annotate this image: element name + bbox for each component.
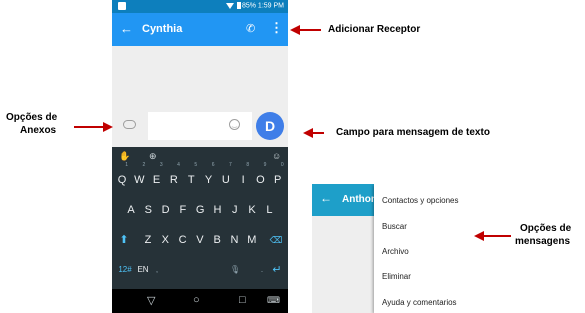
- back-arrow-icon[interactable]: ←: [120, 21, 133, 36]
- shift-key[interactable]: ⬆: [116, 229, 132, 251]
- conversation-toolbar: ← Cynthia ✆ ⋮: [112, 13, 288, 46]
- label-attach-options-1: Opções de: [6, 112, 58, 123]
- options-menu: Contactos y opciones Buscar Archivo Elim…: [374, 184, 480, 313]
- key-number-hint: 3: [159, 162, 163, 168]
- key-number-hint: 0: [280, 162, 284, 168]
- key-r[interactable]: R4: [166, 162, 182, 191]
- menu-item-delete[interactable]: Eliminar: [382, 272, 411, 281]
- gesture-icon[interactable]: ✋: [119, 151, 130, 162]
- key-row-2: ASDFGHJKL: [112, 199, 288, 223]
- menu-item-archive[interactable]: Archivo: [382, 247, 409, 256]
- enter-key[interactable]: ↵: [268, 259, 286, 281]
- menu-item-help[interactable]: Ayuda y comentarios: [382, 298, 457, 307]
- key-u[interactable]: U7: [218, 162, 234, 191]
- comma-key[interactable]: ,: [152, 259, 162, 281]
- key-e[interactable]: E3: [149, 162, 165, 191]
- key-i[interactable]: I8: [235, 162, 251, 191]
- menu-screen: ← Anthon Contactos y opciones Buscar Arc…: [312, 184, 480, 313]
- nav-home-icon[interactable]: ○: [193, 294, 200, 306]
- key-z[interactable]: Z: [140, 229, 156, 251]
- messaging-screen: 85% 1:59 PM ← Cynthia ✆ ⋮ ‿ D ✋ ⊕ ☺ Q1W2…: [112, 0, 288, 313]
- emoji-key-icon[interactable]: ☺: [272, 151, 281, 161]
- key-g[interactable]: G: [192, 199, 208, 221]
- key-d[interactable]: D: [158, 199, 174, 221]
- key-h[interactable]: H: [210, 199, 226, 221]
- attach-icon[interactable]: [123, 120, 136, 129]
- key-row-3: ⬆ ⌫ ZXCVBNM: [112, 229, 288, 253]
- keyboard-toolbar: ✋ ⊕ ☺: [112, 147, 288, 167]
- label-message-options-1: Opções de: [520, 223, 572, 234]
- key-y[interactable]: Y6: [201, 162, 217, 191]
- back-arrow-icon[interactable]: ←: [320, 191, 332, 205]
- sim-icon: [118, 2, 126, 10]
- key-s[interactable]: S: [140, 199, 156, 221]
- key-b[interactable]: B: [209, 229, 225, 251]
- key-l[interactable]: L: [261, 199, 277, 221]
- label-add-receiver: Adicionar Receptor: [328, 24, 421, 35]
- key-k[interactable]: K: [244, 199, 260, 221]
- emoji-icon[interactable]: ‿: [229, 119, 240, 130]
- label-message-options-2: mensagens: [515, 236, 571, 247]
- more-options-icon[interactable]: ⋮: [270, 20, 283, 36]
- backspace-key[interactable]: ⌫: [267, 229, 285, 251]
- space-key[interactable]: 🎙: [164, 259, 260, 281]
- label-text-field: Campo para mensagem de texto: [336, 127, 490, 138]
- key-w[interactable]: W2: [131, 162, 147, 191]
- key-number-hint: 2: [142, 162, 146, 168]
- arrow-message-options: [483, 235, 511, 237]
- arrow-add-receiver: [299, 29, 321, 31]
- key-number-hint: 7: [229, 162, 232, 168]
- message-thread: [112, 46, 288, 105]
- wifi-icon: [225, 2, 234, 9]
- arrow-attach-options: [74, 126, 104, 128]
- nav-recents-icon[interactable]: □: [239, 294, 246, 306]
- key-number-hint: 6: [211, 162, 215, 168]
- battery-percent: 85%: [241, 2, 256, 10]
- key-j[interactable]: J: [227, 199, 243, 221]
- menu-item-contacts[interactable]: Contactos y opciones: [382, 196, 459, 205]
- mic-icon: 🎙: [230, 265, 241, 274]
- key-x[interactable]: X: [157, 229, 173, 251]
- language-key[interactable]: EN: [136, 259, 150, 281]
- keyboard-switch-icon[interactable]: ⌨: [267, 295, 280, 306]
- nav-back-icon[interactable]: ▽: [147, 294, 155, 307]
- key-q[interactable]: Q1: [114, 162, 130, 191]
- key-row-4: 12# EN , 🎙 . ↵: [112, 259, 288, 283]
- key-row-1: Q1W2E3R4T5Y6U7I8O9P0: [112, 162, 288, 193]
- key-t[interactable]: T5: [183, 162, 199, 191]
- key-n[interactable]: N: [227, 229, 243, 251]
- key-number-hint: 8: [246, 162, 250, 168]
- send-button[interactable]: D: [256, 112, 284, 140]
- key-a[interactable]: A: [123, 199, 139, 221]
- arrow-attach-options-head: [103, 122, 113, 132]
- key-o[interactable]: O9: [252, 162, 268, 191]
- key-number-hint: 4: [177, 162, 180, 168]
- key-c[interactable]: C: [175, 229, 191, 251]
- status-bar: 85% 1:59 PM: [112, 0, 288, 13]
- globe-icon[interactable]: ⊕: [149, 151, 157, 162]
- menu-item-search[interactable]: Buscar: [382, 222, 407, 231]
- key-m[interactable]: M: [244, 229, 260, 251]
- key-v[interactable]: V: [192, 229, 208, 251]
- phone-call-icon[interactable]: ✆: [246, 22, 255, 35]
- navigation-bar: ▽ ○ □ ⌨: [112, 289, 288, 313]
- key-p[interactable]: P0: [270, 162, 286, 191]
- key-f[interactable]: F: [175, 199, 191, 221]
- compose-bar: ‿ D: [112, 105, 288, 147]
- battery-icon: [236, 2, 241, 9]
- period-key[interactable]: .: [258, 259, 266, 281]
- contact-name: Cynthia: [142, 23, 183, 35]
- label-attach-options-2: Anexos: [20, 125, 57, 136]
- key-number-hint: 1: [125, 162, 128, 168]
- keyboard: ✋ ⊕ ☺ Q1W2E3R4T5Y6U7I8O9P0 ASDFGHJKL ⬆ ⌫…: [112, 147, 288, 289]
- symbols-key[interactable]: 12#: [115, 259, 135, 281]
- key-number-hint: 9: [263, 162, 267, 168]
- send-avatar-letter: D: [264, 118, 276, 134]
- status-time: 1:59 PM: [257, 2, 284, 10]
- contact-name-2: Anthon: [342, 194, 377, 205]
- key-number-hint: 5: [194, 162, 198, 168]
- arrow-text-field: [312, 132, 324, 134]
